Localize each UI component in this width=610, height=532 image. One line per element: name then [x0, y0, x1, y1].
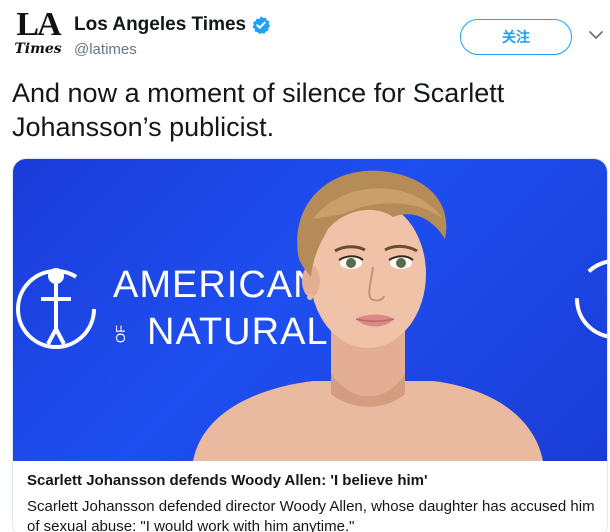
museum-logo-icon-right [575, 259, 607, 339]
verified-badge-icon [252, 16, 271, 35]
account-name-text: Los Angeles Times [74, 14, 247, 35]
backdrop-text-prefix: OF [113, 325, 128, 343]
follow-button[interactable]: 关注 [460, 19, 572, 55]
avatar-logo-top: LA [16, 6, 61, 43]
link-card[interactable]: AMERICAN OF NATURAL H Scarlett Johansson… [12, 158, 608, 532]
account-handle[interactable]: @latimes [74, 41, 137, 58]
card-description: Scarlett Johansson defended director Woo… [27, 498, 595, 532]
card-image-art: AMERICAN OF NATURAL H [16, 170, 607, 461]
card-image[interactable]: AMERICAN OF NATURAL H [13, 159, 607, 461]
tweet-text: And now a moment of silence for Scarlett… [12, 78, 505, 142]
avatar-logo-bottom: Times [14, 41, 62, 57]
avatar[interactable]: LA Times [12, 6, 64, 60]
museum-logo-icon [16, 268, 96, 349]
chevron-down-icon[interactable] [588, 28, 604, 42]
card-title[interactable]: Scarlett Johansson defends Woody Allen: … [27, 472, 597, 489]
tweet-header: LA Times Los Angeles Times @latimes 关注 [0, 0, 610, 70]
backdrop-text-line1: AMERICAN [113, 264, 322, 306]
account-name[interactable]: Los Angeles Times [74, 14, 271, 36]
